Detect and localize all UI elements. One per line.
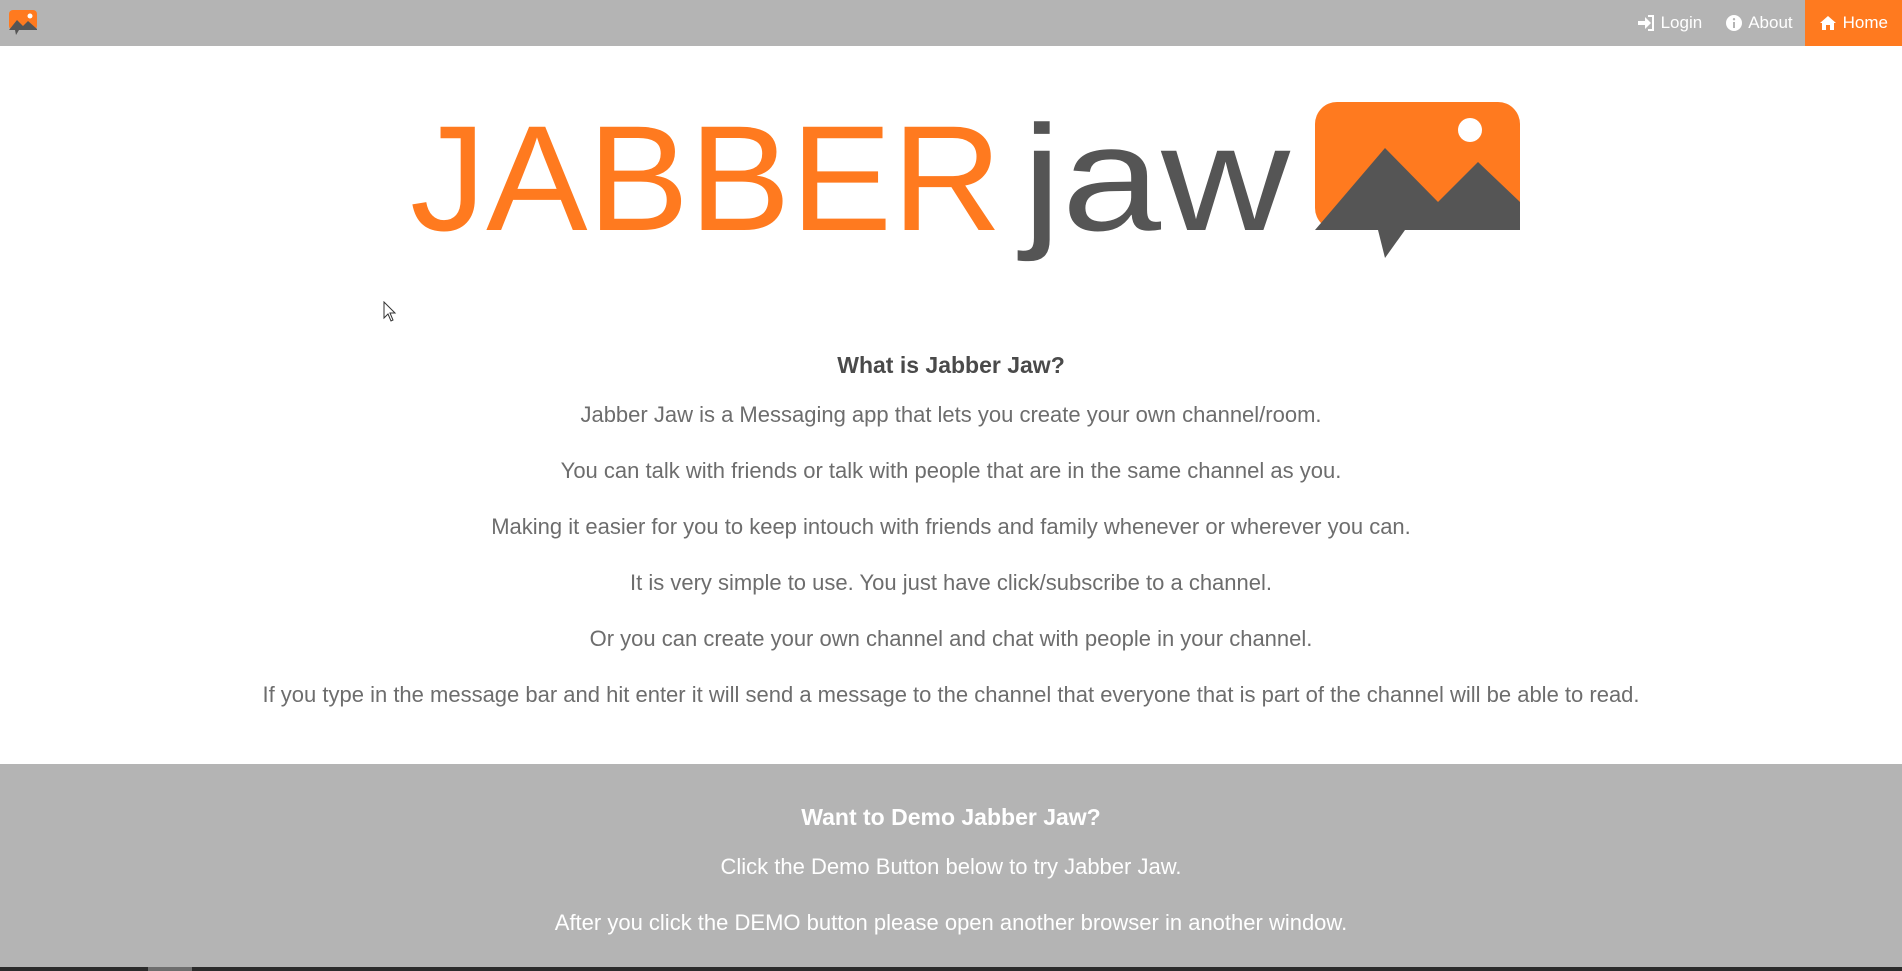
nav-menu: Login About Home (1625, 0, 1902, 46)
nav-login[interactable]: Login (1625, 0, 1715, 46)
demo-section: Want to Demo Jabber Jaw? Click the Demo … (0, 764, 1902, 971)
nav-login-label: Login (1660, 13, 1703, 32)
nav-home-label: Home (1842, 13, 1888, 32)
about-paragraph: Making it easier for you to keep intouch… (491, 514, 1411, 539)
about-paragraph: If you type in the message bar and hit e… (262, 682, 1640, 707)
demo-heading: Want to Demo Jabber Jaw? (801, 804, 1101, 830)
sign-in-icon (1637, 15, 1655, 31)
about-paragraph: Or you can create your own channel and c… (589, 626, 1313, 651)
top-navbar: Login About Home (0, 0, 1902, 46)
about-paragraph: You can talk with friends or talk with p… (560, 458, 1342, 483)
about-heading: What is Jabber Jaw? (837, 352, 1065, 378)
about-paragraph: It is very simple to use. You just have … (630, 570, 1272, 595)
jabberjaw-logo: JABBER jaw (410, 94, 1520, 262)
nav-about[interactable]: About (1714, 0, 1804, 46)
nav-home[interactable]: Home (1804, 0, 1902, 46)
logo-brand-jabber: JABBER (410, 94, 1002, 262)
about-section: What is Jabber Jaw? Jabber Jaw is a Mess… (0, 350, 1902, 736)
demo-paragraph: Click the Demo Button below to try Jabbe… (720, 854, 1182, 879)
nav-about-label: About (1748, 13, 1793, 32)
demo-paragraph: After you click the DEMO button please o… (554, 910, 1348, 935)
logo-brand-jaw: jaw (1017, 94, 1291, 262)
hero-banner: JABBER jaw (0, 90, 1902, 290)
info-icon (1726, 15, 1743, 31)
horizontal-scrollbar[interactable] (0, 967, 1902, 971)
picture-chat-icon (1315, 102, 1520, 258)
about-paragraph: Jabber Jaw is a Messaging app that lets … (580, 402, 1322, 427)
scrollbar-thumb[interactable] (148, 967, 192, 971)
jabberjaw-logo-icon[interactable] (7, 9, 39, 37)
mouse-cursor-icon (383, 300, 397, 328)
home-icon (1819, 15, 1837, 31)
